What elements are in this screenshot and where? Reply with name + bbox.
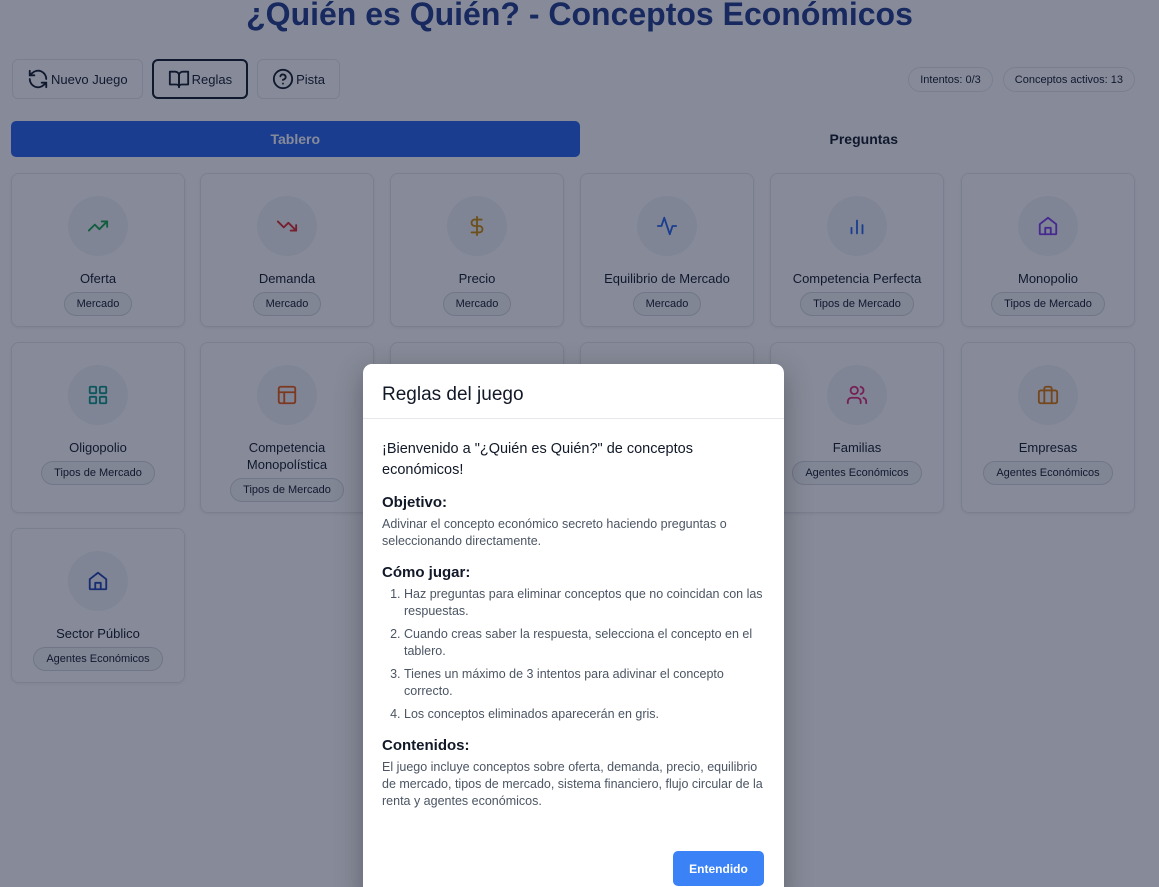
- objective-heading: Objetivo:: [382, 494, 448, 511]
- contents-heading: Contenidos:: [382, 736, 470, 754]
- dialog-intro: ¡Bienvenido a "¿Quién es Quién?" de conc…: [382, 441, 693, 478]
- step-item: Los conceptos eliminados aparecerán en g…: [404, 706, 765, 723]
- rules-dialog: Reglas del juego ¡Bienvenido a "¿Quién e…: [363, 364, 784, 887]
- ok-button[interactable]: Entendido: [673, 851, 764, 886]
- dialog-header: Reglas del juego: [363, 364, 784, 419]
- step-item: Tienes un máximo de 3 intentos para adiv…: [404, 666, 765, 699]
- step-item: Haz preguntas para eliminar conceptos qu…: [404, 586, 765, 619]
- howto-heading: Cómo jugar:: [382, 564, 471, 581]
- step-item: Cuando creas saber la respuesta, selecci…: [404, 626, 765, 659]
- dialog-body: ¡Bienvenido a "¿Quién es Quién?" de conc…: [363, 419, 784, 810]
- objective-text: Adivinar el concepto económico secreto h…: [382, 517, 727, 548]
- dialog-title: Reglas del juego: [382, 384, 524, 405]
- steps-list: Haz preguntas para eliminar conceptos qu…: [382, 586, 765, 723]
- contents-text: El juego incluye conceptos sobre oferta,…: [382, 759, 763, 808]
